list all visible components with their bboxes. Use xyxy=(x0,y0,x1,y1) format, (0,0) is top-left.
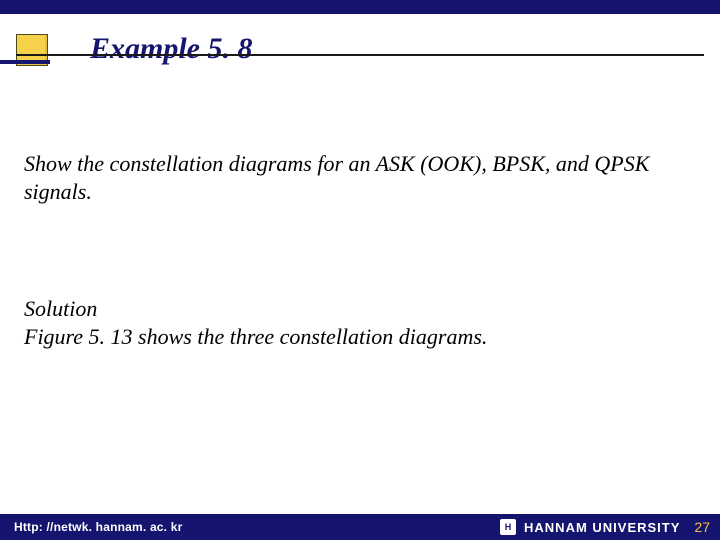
page-number: 27 xyxy=(688,519,710,535)
title-underline xyxy=(16,54,704,56)
slide-title: Example 5. 8 xyxy=(90,32,253,66)
body-area: Show the constellation diagrams for an A… xyxy=(24,150,696,350)
title-underline-accent xyxy=(0,60,50,64)
slide: Example 5. 8 Show the constellation diag… xyxy=(0,0,720,540)
footer-right-group: H HANNAM UNIVERSITY 27 xyxy=(500,519,710,535)
title-row: Example 5. 8 xyxy=(0,14,720,56)
problem-text: Show the constellation diagrams for an A… xyxy=(24,150,696,205)
solution-label: Solution xyxy=(24,295,696,323)
header-top-bar xyxy=(0,0,720,14)
university-logo-icon: H xyxy=(500,519,516,535)
footer-bar: Http: //netwk. hannam. ac. kr H HANNAM U… xyxy=(0,514,720,540)
solution-text: Figure 5. 13 shows the three constellati… xyxy=(24,323,696,351)
university-name: HANNAM UNIVERSITY xyxy=(524,520,680,535)
footer-url: Http: //netwk. hannam. ac. kr xyxy=(14,520,183,534)
